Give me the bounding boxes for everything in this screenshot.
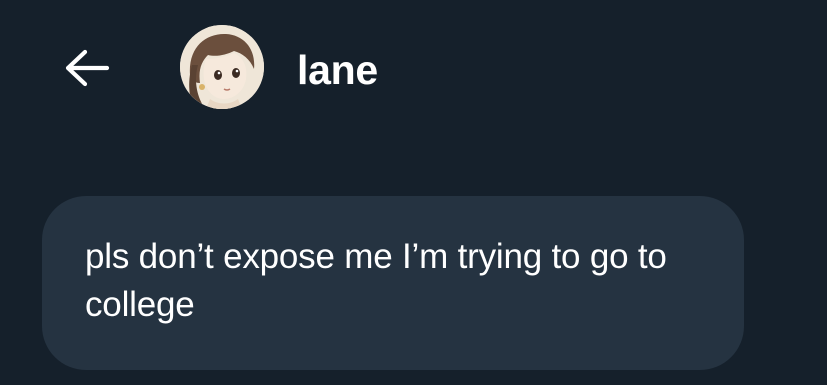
message-text: pls don’t expose me I’m trying to go to … bbox=[85, 237, 667, 324]
message-bubble[interactable]: pls don’t expose me I’m trying to go to … bbox=[42, 196, 744, 370]
dm-conversation-screen: lane pls don’t expose me I’m trying to g… bbox=[0, 0, 827, 385]
conversation-username[interactable]: lane bbox=[297, 44, 378, 96]
avatar-image bbox=[180, 25, 264, 109]
avatar[interactable] bbox=[180, 25, 264, 109]
arrow-left-icon bbox=[65, 49, 110, 87]
conversation-header: lane bbox=[0, 0, 827, 140]
back-button[interactable] bbox=[56, 42, 116, 94]
